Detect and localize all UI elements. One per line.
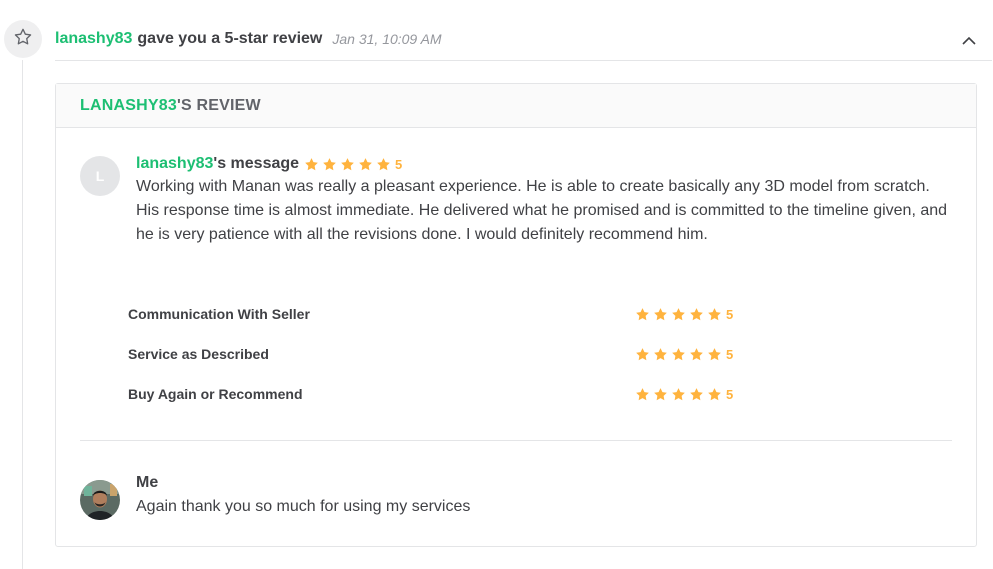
- review-card: LANASHY83 'S REVIEW L lanashy83 's messa…: [55, 83, 977, 547]
- timeline-line: [22, 60, 23, 569]
- rating-score: 5: [726, 306, 734, 322]
- seller-avatar: [80, 480, 120, 520]
- star-icon: [671, 347, 689, 362]
- star-icon: [653, 347, 671, 362]
- star-icon: [304, 157, 322, 172]
- rating-score: 5: [726, 346, 734, 362]
- star-icon: [340, 157, 358, 172]
- star-icon: [358, 157, 376, 172]
- review-card-title: LANASHY83 'S REVIEW: [56, 84, 976, 128]
- rating-label: Communication With Seller: [128, 306, 310, 322]
- rating-row-service: Service as Described 5: [128, 343, 748, 365]
- collapse-button[interactable]: [960, 34, 978, 48]
- star-icon: [707, 307, 725, 322]
- review-title-suffix: 'S REVIEW: [176, 96, 261, 114]
- reply-text: Again thank you so much for using my ser…: [136, 498, 471, 515]
- star-outline-icon: [13, 27, 33, 52]
- star-icon: [635, 307, 653, 322]
- star-icon: [322, 157, 340, 172]
- star-icon: [689, 347, 707, 362]
- reply-author: Me: [136, 474, 159, 491]
- star-icon: [689, 307, 707, 322]
- card-divider: [80, 440, 952, 441]
- review-title-username: LANASHY83: [80, 96, 177, 114]
- buyer-username-link[interactable]: lanashy83: [136, 155, 213, 173]
- star-icon: [653, 387, 671, 402]
- rating-row-recommend: Buy Again or Recommend 5: [128, 383, 748, 405]
- star-icon: [689, 387, 707, 402]
- review-timestamp: Jan 31, 10:09 AM: [332, 31, 442, 47]
- buyer-message-heading: lanashy83 's message 5: [136, 153, 402, 175]
- rating-stars: [635, 387, 725, 402]
- buyer-avatar-initial: L: [95, 168, 105, 184]
- rating-row-communication: Communication With Seller 5: [128, 303, 748, 325]
- star-icon: [707, 387, 725, 402]
- rating-label: Service as Described: [128, 346, 269, 362]
- rating-score: 5: [726, 386, 734, 402]
- review-notification-header: lanashy83 gave you a 5-star review Jan 3…: [55, 28, 442, 50]
- header-divider: [55, 60, 992, 61]
- star-icon: [653, 307, 671, 322]
- buyer-avatar: L: [80, 156, 120, 196]
- overall-rating-stars: [304, 157, 394, 172]
- message-label-suffix: 's message: [213, 155, 300, 172]
- rating-stars: [635, 307, 725, 322]
- review-message-text: Working with Manan was really a pleasant…: [136, 178, 948, 243]
- star-icon: [707, 347, 725, 362]
- star-icon: [635, 387, 653, 402]
- review-action-text: gave you a 5-star review: [137, 30, 323, 47]
- star-icon: [635, 347, 653, 362]
- rating-label: Buy Again or Recommend: [128, 386, 303, 402]
- overall-rating-score: 5: [395, 156, 403, 172]
- reviewer-username-link[interactable]: lanashy83: [55, 30, 132, 48]
- rating-stars: [635, 347, 725, 362]
- star-icon: [376, 157, 394, 172]
- star-icon: [671, 307, 689, 322]
- review-event-badge: [4, 20, 42, 58]
- chevron-up-icon: [960, 35, 978, 52]
- star-icon: [671, 387, 689, 402]
